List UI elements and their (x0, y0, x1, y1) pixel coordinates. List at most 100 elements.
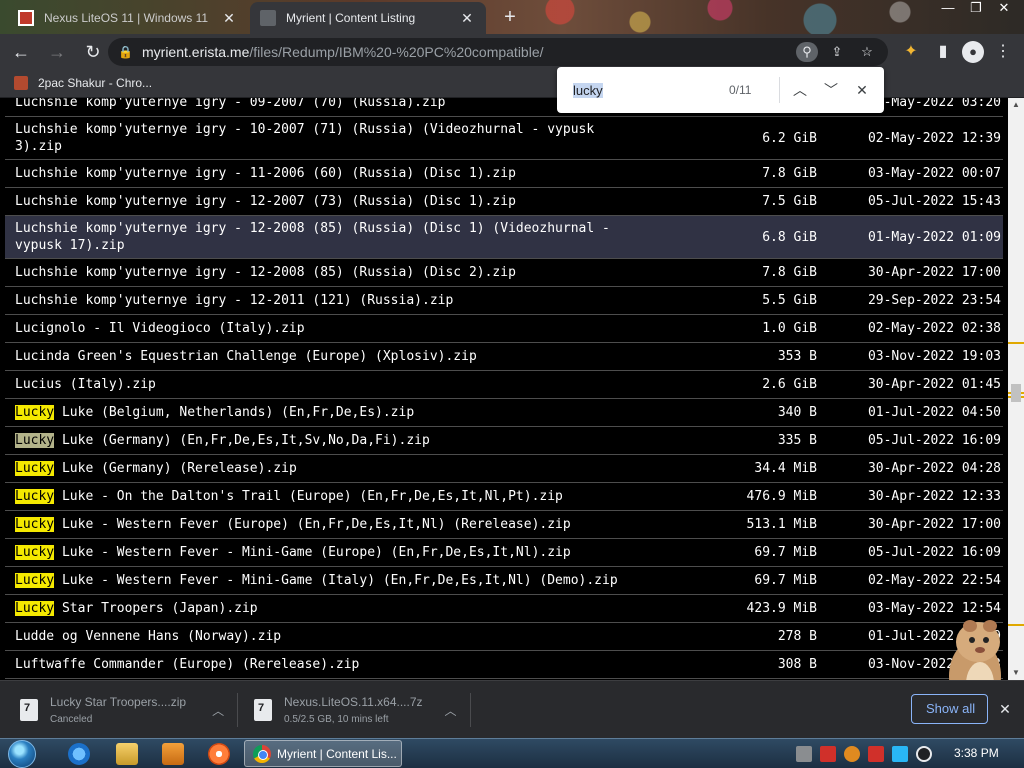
file-row[interactable]: Luftwaffe Commander (Europe) (Rerelease)… (5, 651, 1003, 679)
file-name-link[interactable]: Luchshie komp'yuternye igry - 10-2007 (7… (5, 117, 645, 159)
download-item[interactable]: Nexus.LiteOS.11.x64....7z 0.5/2.5 GB, 10… (254, 681, 471, 739)
start-button[interactable] (8, 739, 42, 768)
show-all-button[interactable]: Show all (911, 694, 988, 724)
find-input[interactable]: lucky (573, 82, 723, 98)
file-name-link[interactable]: Luchshie komp'yuternye igry - 12-2007 (7… (5, 189, 645, 214)
file-name-link[interactable]: Ludde og Vennene Hans (Norway).zip (5, 624, 645, 649)
bookmark-item[interactable]: 2pac Shakur - Chro... (14, 76, 152, 90)
file-row[interactable]: Luchshie komp'yuternye igry - 12-2007 (7… (5, 188, 1003, 216)
tray-flag-icon[interactable] (868, 746, 884, 762)
file-size: 1.0 GiB (762, 321, 817, 336)
forward-button[interactable]: → (42, 37, 72, 67)
file-explorer-icon[interactable] (116, 743, 138, 765)
file-size: 6.2 GiB (762, 130, 817, 146)
restore-button[interactable]: ❐ (962, 0, 990, 18)
minimize-button[interactable]: — (934, 0, 962, 18)
file-name-link[interactable]: Luchshie komp'yuternye igry - 12-2008 (8… (5, 216, 645, 258)
taskbar-clock[interactable]: 3:38 PM (954, 746, 999, 760)
close-tab-icon[interactable]: ✕ (458, 9, 476, 27)
download-separator (469, 693, 471, 727)
file-row[interactable]: Lucky Luke (Germany) (Rerelease).zip 34.4… (5, 455, 1003, 483)
new-tab-button[interactable]: + (498, 6, 522, 30)
7z-file-icon (254, 699, 272, 721)
find-previous-button[interactable]: ︿ (789, 79, 811, 101)
tab-nexus-liteos[interactable]: Nexus LiteOS 11 | Windows 11 ✕ (8, 2, 248, 34)
file-name-link[interactable]: Lucky Star Troopers (Japan).zip (5, 596, 645, 621)
file-name-link[interactable]: Lucky Luke (Belgium, Netherlands) (En,Fr… (5, 400, 645, 425)
file-name-link[interactable]: Lucinda Green's Equestrian Challenge (Eu… (5, 344, 645, 369)
file-name-link[interactable]: Lucky Luke - Western Fever - Mini-Game (… (5, 540, 645, 565)
find-next-button[interactable]: ﹀ (820, 79, 842, 101)
chevron-up-icon[interactable]: ︿ (212, 702, 224, 719)
file-row[interactable]: Lucky Luke - Western Fever - Mini-Game (… (5, 567, 1003, 595)
close-window-button[interactable]: ✕ (990, 0, 1018, 18)
file-row[interactable]: Lucky Star Troopers (Japan).zip 423.9 MiB… (5, 595, 1003, 623)
lock-icon[interactable]: 🔒 (118, 45, 134, 59)
paint-icon[interactable] (208, 743, 230, 765)
close-downloads-icon[interactable]: ✕ (996, 701, 1014, 719)
page-scrollbar[interactable]: ▲ ▼ (1008, 98, 1024, 680)
file-row[interactable]: Lucky Luke (Germany) (En,Fr,De,Es,It,Sv,… (5, 427, 1003, 455)
download-item[interactable]: Lucky Star Troopers....zip Canceled ︿ (20, 681, 239, 739)
file-row[interactable]: Luchshie komp'yuternye igry - 12-2008 (8… (5, 216, 1003, 259)
side-panel-icon[interactable]: ▮ (930, 39, 956, 65)
scroll-down-arrow-icon[interactable]: ▼ (1008, 666, 1024, 680)
media-player-icon[interactable] (162, 743, 184, 765)
windows-orb-icon (8, 740, 36, 768)
back-button[interactable]: ← (6, 37, 36, 67)
scrollbar-thumb[interactable] (1011, 384, 1021, 402)
file-name-link[interactable]: Luchshie komp'yuternye igry - 11-2006 (6… (5, 161, 645, 186)
tab-strip: Nexus LiteOS 11 | Windows 11 ✕ Myrient |… (0, 0, 1024, 34)
tab-title: Nexus LiteOS 11 | Windows 11 (44, 11, 209, 25)
bookmark-star-icon[interactable]: ☆ (856, 42, 878, 62)
file-date: 30-Apr-2022 17:00 (867, 265, 1001, 280)
reload-button[interactable]: ↻ (78, 37, 108, 67)
chrome-taskbar-button[interactable]: Myrient | Content Lis... (244, 740, 402, 767)
file-name-link[interactable]: Luchshie komp'yuternye igry - 12-2011 (1… (5, 288, 645, 313)
file-row[interactable]: Ludde og Vennene Hans (Norway).zip 278 B0… (5, 623, 1003, 651)
find-match-marker (1008, 624, 1024, 626)
file-name-link[interactable]: Luchshie komp'yuternye igry - 09-2007 (7… (5, 98, 645, 115)
file-row[interactable]: Luchshie komp'yuternye igry - 12-2011 (1… (5, 287, 1003, 315)
download-filename: Lucky Star Troopers....zip (50, 695, 187, 709)
file-name-link[interactable]: Lucius (Italy).zip (5, 372, 645, 397)
menu-kebab-icon[interactable]: ⋮ (990, 39, 1016, 65)
file-row[interactable]: Lucky Luke - Western Fever (Europe) (En,… (5, 511, 1003, 539)
file-name-link[interactable]: Lucky Luke (Germany) (En,Fr,De,Es,It,Sv,… (5, 428, 645, 453)
file-name-link[interactable]: Luftwaffe Commander (Europe) (Rerelease)… (5, 652, 645, 677)
close-tab-icon[interactable]: ✕ (220, 9, 238, 27)
tray-volume-icon[interactable] (916, 746, 932, 762)
tab-myrient[interactable]: Myrient | Content Listing ✕ (250, 2, 486, 34)
scroll-up-arrow-icon[interactable]: ▲ (1008, 98, 1024, 112)
tray-search-icon[interactable] (844, 746, 860, 762)
file-name-link[interactable]: Lucky Luke - Western Fever (Europe) (En,… (5, 512, 645, 537)
address-bar[interactable]: 🔒 myrient.erista.me /files/Redump/IBM%20… (108, 38, 888, 66)
tray-app-icon[interactable] (796, 746, 812, 762)
file-size: 34.4 MiB (754, 461, 817, 476)
share-icon[interactable]: ⇪ (826, 42, 848, 62)
file-name-link[interactable]: Lucky Luke - On the Dalton's Trail (Euro… (5, 484, 645, 509)
file-row[interactable]: Luchshie komp'yuternye igry - 11-2006 (6… (5, 160, 1003, 188)
file-name-link[interactable]: Lucky Luke (Germany) (Rerelease).zip (5, 456, 645, 481)
file-size: 476.9 MiB (746, 489, 817, 504)
file-name-link[interactable]: Lucignolo - Il Videogioco (Italy).zip (5, 316, 645, 341)
file-row[interactable]: Lucky Luke (Belgium, Netherlands) (En,Fr… (5, 399, 1003, 427)
file-name-link[interactable]: Luchshie komp'yuternye igry - 12-2008 (8… (5, 260, 645, 285)
download-filename: Nexus.LiteOS.11.x64....7z (284, 695, 423, 709)
file-row[interactable]: Luchshie komp'yuternye igry - 12-2008 (8… (5, 259, 1003, 287)
file-row[interactable]: Luchshie komp'yuternye igry - 10-2007 (7… (5, 117, 1003, 160)
internet-explorer-icon[interactable] (68, 743, 90, 765)
find-close-button[interactable]: ✕ (851, 79, 873, 101)
extensions-puzzle-icon[interactable]: ✦ (898, 39, 924, 65)
file-row[interactable]: Lucky Luke - Western Fever - Mini-Game (… (5, 539, 1003, 567)
file-row[interactable]: Lucky Luke - On the Dalton's Trail (Euro… (5, 483, 1003, 511)
file-row[interactable]: Lucinda Green's Equestrian Challenge (Eu… (5, 343, 1003, 371)
tray-network-icon[interactable] (892, 746, 908, 762)
file-row[interactable]: Lucius (Italy).zip 2.6 GiB 30-Apr-2022 01:… (5, 371, 1003, 399)
file-name-link[interactable]: Lucky Luke - Western Fever - Mini-Game (… (5, 568, 645, 593)
zoom-icon[interactable]: ⚲ (796, 42, 818, 62)
chevron-up-icon[interactable]: ︿ (445, 702, 457, 719)
file-row[interactable]: Lucignolo - Il Videogioco (Italy).zip 1.0… (5, 315, 1003, 343)
tray-antivirus-icon[interactable] (820, 746, 836, 762)
profile-avatar-icon[interactable]: ● (962, 41, 984, 63)
